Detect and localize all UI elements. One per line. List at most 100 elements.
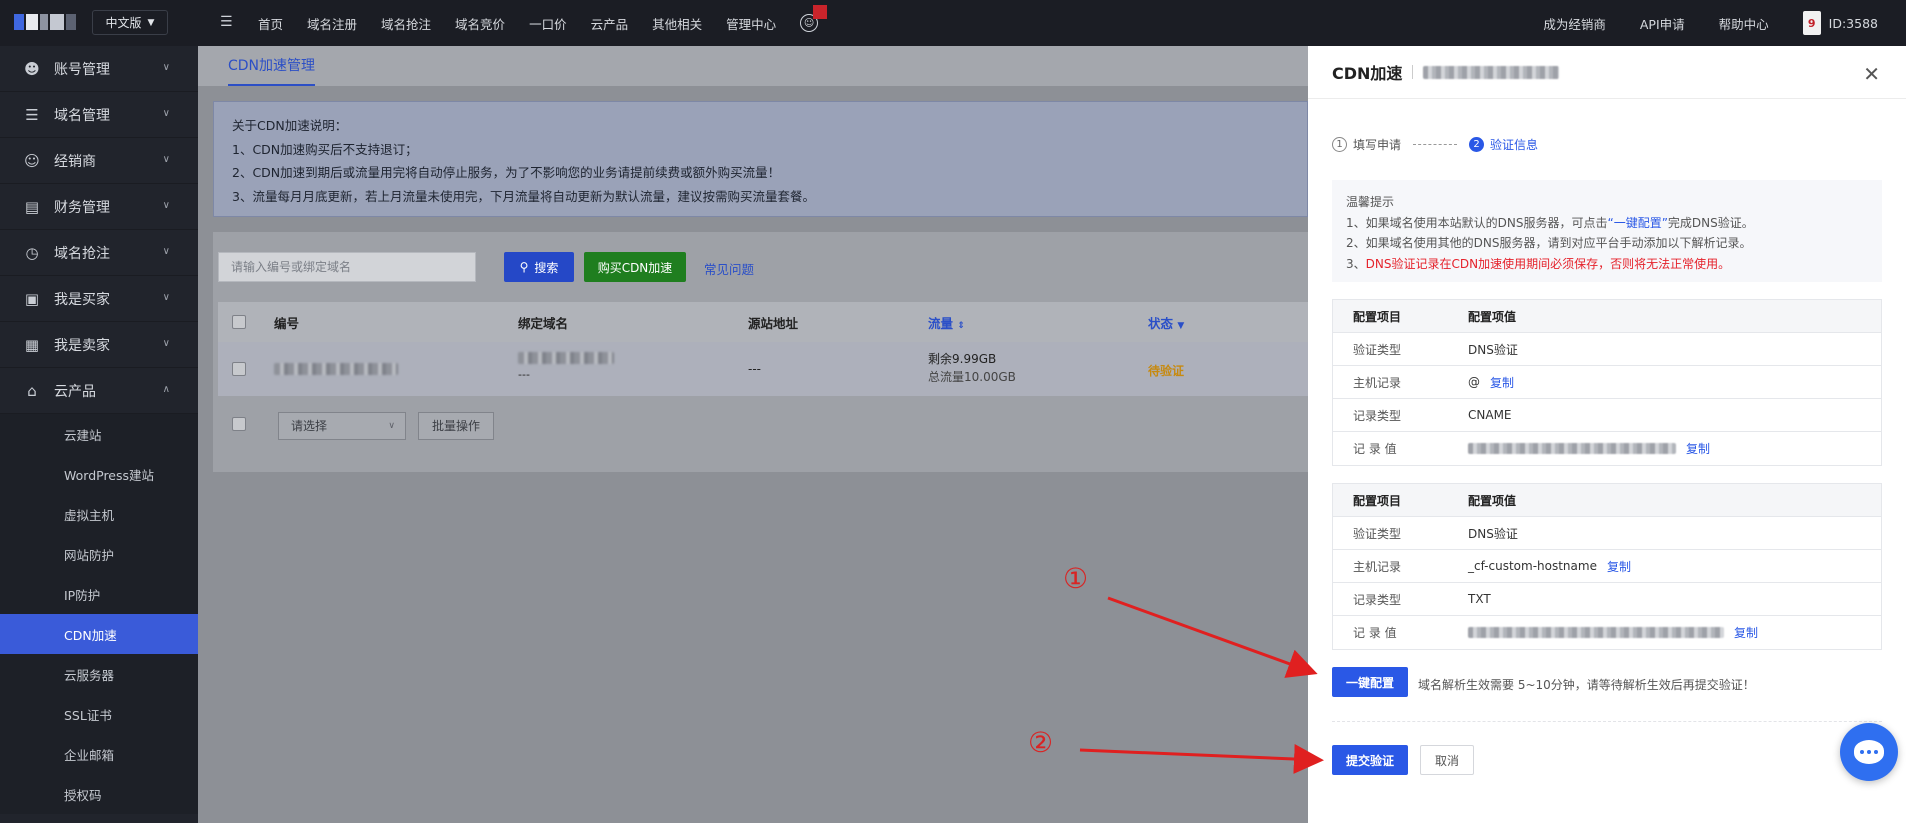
batch-select[interactable]: 请选择 ∨ [278,412,406,440]
menu-toggle-icon[interactable]: ☰ [220,14,236,30]
cart-icon: ▣ [24,289,40,308]
become-dealer-link[interactable]: 成为经销商 [1543,14,1606,33]
nav-fixed-price[interactable]: 一口价 [529,14,567,33]
search-input[interactable]: 请输入编号或绑定域名 [218,252,476,282]
nav-admin-center[interactable]: 管理中心 [726,14,776,33]
sidebar-sub-site-builder[interactable]: 云建站 [0,414,198,454]
language-switch[interactable]: 中文版 ▼ [92,10,168,35]
copy-button[interactable]: 复制 [1734,624,1758,641]
sidebar-item-buyer[interactable]: ▣ 我是买家 ∨ [0,276,198,322]
select-all-checkbox[interactable] [232,315,246,329]
nav-domain-register[interactable]: 域名注册 [307,14,357,33]
sort-icon: ⇕ [957,320,965,331]
chevron-down-icon: ∨ [162,200,170,211]
config-table-cname: 配置项目 配置项值 验证类型 DNS验证 主机记录 @ 复制 记录类型 CNAM… [1332,299,1882,466]
sidebar-item-label: 域名抢注 [54,245,110,262]
sidebar-item-dealer[interactable]: ☺ 经销商 ∨ [0,138,198,184]
col-id: 编号 [274,315,300,331]
chevron-down-icon: ∨ [162,338,170,349]
avatar: 9 [1802,11,1821,35]
search-button-label: 搜索 [534,260,559,275]
sidebar-sub-cdn[interactable]: CDN加速 [0,614,198,654]
sidebar-item-finance[interactable]: ▤ 财务管理 ∨ [0,184,198,230]
chevron-down-icon: ∨ [162,154,170,165]
sidebar-item-domain[interactable]: ☰ 域名管理 ∨ [0,92,198,138]
chevron-down-icon: ∨ [162,246,170,257]
sidebar-sub-ip-protect[interactable]: IP防护 [0,574,198,614]
col-status-label: 状态 [1148,315,1174,331]
nav-home[interactable]: 首页 [258,14,283,33]
row-domain: --- [518,352,614,381]
copy-button[interactable]: 复制 [1490,374,1514,391]
step-2-icon: 2 [1469,136,1485,152]
buy-cdn-button[interactable]: 购买CDN加速 [584,252,686,282]
cdn-notice: 关于CDN加速说明： 1、CDN加速购买后不支持退订； 2、CDN加速到期后或流… [213,101,1308,217]
status-badge: 待验证 [1148,364,1185,378]
row-value: CNAME [1468,408,1512,422]
faq-link[interactable]: 常见问题 [704,259,754,278]
nav-domain-snap[interactable]: 域名抢注 [381,14,431,33]
table-header: 配置项目 配置项值 [1333,300,1881,333]
header-value: 配置项值 [1468,309,1517,324]
header-item: 配置项目 [1353,309,1402,324]
row-traffic: 剩余9.99GB 总流量10.00GB [928,350,1016,386]
chat-button[interactable] [1840,723,1898,781]
sidebar-sub-virtual-host[interactable]: 虚拟主机 [0,494,198,534]
brand-logo[interactable] [14,14,84,30]
search-button[interactable]: ⚲ 搜索 [504,252,574,282]
sidebar-item-label: 域名管理 [54,107,110,124]
col-traffic[interactable]: 流量 ⇕ [928,313,965,332]
nav-domain-auction[interactable]: 域名竞价 [455,14,505,33]
tab-cdn-manage[interactable]: CDN加速管理 [228,46,316,86]
sidebar-item-cloud[interactable]: ⌂ 云产品 ∧ [0,368,198,414]
sidebar-item-label: 财务管理 [54,199,110,216]
step-1-label: 填写申请 [1353,137,1402,152]
copy-button[interactable]: 复制 [1607,558,1631,575]
sidebar-sub-mail[interactable]: 企业邮箱 [0,734,198,774]
tips-box: 温馨提示 1、如果域名使用本站默认的DNS服务器，可点击“一键配置”完成DNS验… [1332,180,1882,282]
help-center-link[interactable]: 帮助中心 [1719,14,1769,33]
dns-hint: 域名解析生效需要 5~10分钟，请等待解析生效后再提交验证！ [1418,678,1755,692]
close-icon[interactable]: ✕ [1863,62,1880,86]
cancel-button[interactable]: 取消 [1420,745,1474,775]
tips-text: 完成DNS验证。 [1667,215,1754,230]
sidebar-item-snap[interactable]: ◷ 域名抢注 ∨ [0,230,198,276]
api-apply-link[interactable]: API申请 [1640,14,1685,33]
step-indicator: 1 填写申请 2 验证信息 [1332,128,1882,160]
nav-other[interactable]: 其他相关 [652,14,702,33]
one-click-link[interactable]: “一键配置” [1607,216,1667,230]
sidebar-sub-web-protect[interactable]: 网站防护 [0,534,198,574]
step-1-icon: 1 [1332,136,1347,152]
row-checkbox[interactable] [232,362,246,376]
one-click-config-button[interactable]: 一键配置 [1332,667,1408,697]
chevron-down-icon: ∨ [388,421,395,431]
table-row: 记 录 值 复制 [1333,432,1881,465]
notice-line: 3、流量每月月底更新，若上月流量未使用完，下月流量将自动更新为默认流量，建议按需… [232,188,815,204]
footer-checkbox[interactable] [232,417,246,431]
submit-verify-button[interactable]: 提交验证 [1332,745,1408,775]
row-label: 记 录 值 [1353,626,1397,640]
search-icon: ⚲ [519,260,529,274]
user-icon: ☻ [24,59,40,78]
row-value: DNS验证 [1468,526,1518,541]
title-divider [1412,65,1414,79]
col-status[interactable]: 状态 ▼ [1148,313,1184,332]
sidebar-sub-auth-code[interactable]: 授权码 [0,774,198,814]
copy-button[interactable]: 复制 [1686,440,1710,457]
table-row: 验证类型 DNS验证 [1333,333,1881,366]
drawer-header: CDN加速 ✕ [1308,46,1906,99]
sidebar-item-seller[interactable]: ▦ 我是卖家 ∨ [0,322,198,368]
sidebar-item-account[interactable]: ☻ 账号管理 ∨ [0,46,198,92]
notice-line: 关于CDN加速说明： [232,118,348,133]
chevron-down-icon: ∨ [162,108,170,119]
layers-icon: ☰ [25,105,39,124]
smiley-icon[interactable]: ☺ [800,5,828,32]
table-row[interactable]: --- --- 剩余9.99GB 总流量10.00GB 待验证 [218,342,1308,396]
batch-action-button[interactable]: 批量操作 [418,412,494,440]
sidebar-sub-ssl[interactable]: SSL证书 [0,694,198,734]
user-menu[interactable]: 9 ID:3588 [1802,11,1878,35]
sidebar-sub-cloud-server[interactable]: 云服务器 [0,654,198,694]
nav-cloud-products[interactable]: 云产品 [591,14,629,33]
sidebar-sub-wordpress[interactable]: WordPress建站 [0,454,198,494]
host-value: @ [1468,375,1480,389]
